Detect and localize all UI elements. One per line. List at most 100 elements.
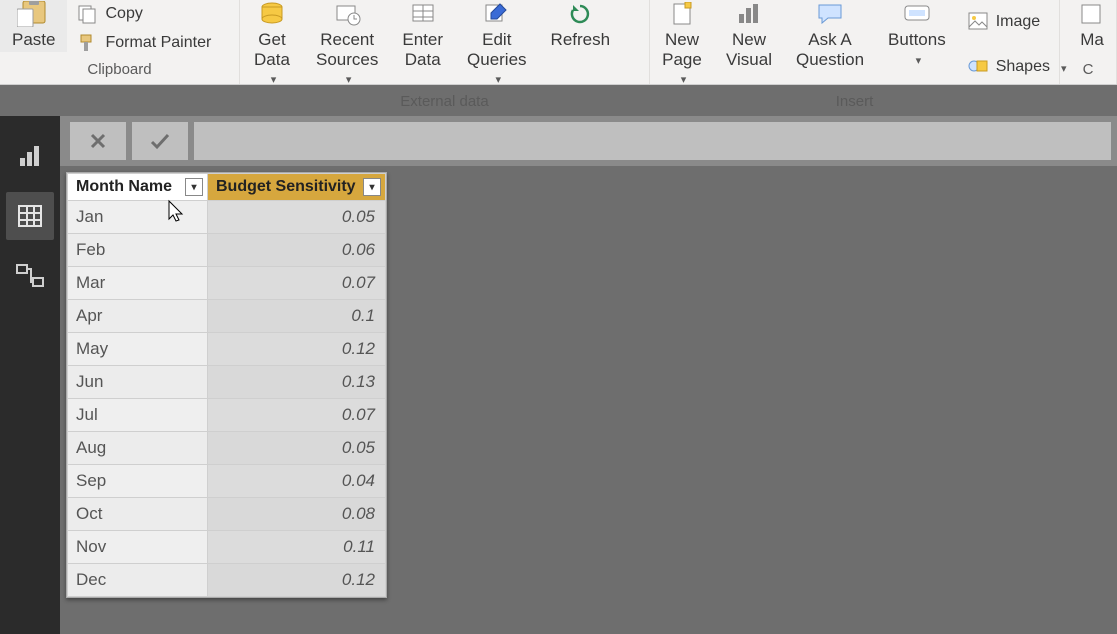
paste-icon <box>14 0 54 28</box>
ribbon: Paste Copy Format Painter <box>0 0 1117 85</box>
get-data-label: Get Data <box>254 30 290 69</box>
formula-bar <box>60 116 1117 166</box>
enter-data-label: Enter Data <box>402 30 443 69</box>
buttons-label: Buttons <box>888 30 946 50</box>
table-row[interactable]: Oct0.08 <box>68 498 386 531</box>
table-row[interactable]: Sep0.04 <box>68 465 386 498</box>
ask-question-label: Ask A Question <box>796 30 864 69</box>
cell-month[interactable]: Mar <box>68 267 208 300</box>
table-body: Jan0.05Feb0.06Mar0.07Apr0.1May0.12Jun0.1… <box>68 201 386 597</box>
cell-month[interactable]: Dec <box>68 564 208 597</box>
model-view-button[interactable] <box>6 252 54 300</box>
cell-month[interactable]: Feb <box>68 234 208 267</box>
left-nav-rail <box>0 116 60 634</box>
cell-month[interactable]: Sep <box>68 465 208 498</box>
filter-dropdown-month[interactable]: ▾ <box>185 178 203 196</box>
column-header-month[interactable]: Month Name ▾ <box>68 174 208 201</box>
image-label: Image <box>996 13 1040 31</box>
table-row[interactable]: May0.12 <box>68 333 386 366</box>
format-painter-label: Format Painter <box>105 34 211 52</box>
cell-budget-sensitivity[interactable]: 0.05 <box>208 201 386 234</box>
cell-budget-sensitivity[interactable]: 0.04 <box>208 465 386 498</box>
copy-button[interactable]: Copy <box>67 0 221 28</box>
new-visual-button[interactable]: New Visual <box>714 0 784 71</box>
table-row[interactable]: Feb0.06 <box>68 234 386 267</box>
speech-bubble-icon <box>810 0 850 28</box>
refresh-button[interactable]: Refresh <box>539 0 623 52</box>
cell-budget-sensitivity[interactable]: 0.12 <box>208 333 386 366</box>
cell-month[interactable]: Jan <box>68 201 208 234</box>
table-row[interactable]: Jul0.07 <box>68 399 386 432</box>
group-label-clipboard: Clipboard <box>0 57 239 84</box>
copy-label: Copy <box>105 5 142 23</box>
report-view-button[interactable] <box>6 132 54 180</box>
paste-label: Paste <box>12 30 55 50</box>
cancel-edit-button[interactable] <box>70 122 126 160</box>
column-header-month-label: Month Name <box>76 178 172 196</box>
partial-label: Ma <box>1080 30 1104 50</box>
cell-month[interactable]: May <box>68 333 208 366</box>
table-row[interactable]: Mar0.07 <box>68 267 386 300</box>
cell-month[interactable]: Jul <box>68 399 208 432</box>
cell-month[interactable]: Oct <box>68 498 208 531</box>
image-button[interactable]: Image <box>958 8 1077 36</box>
cell-budget-sensitivity[interactable]: 0.11 <box>208 531 386 564</box>
close-icon <box>88 131 108 151</box>
table-row[interactable]: Nov0.11 <box>68 531 386 564</box>
paste-button[interactable]: Paste <box>0 0 67 52</box>
formula-input[interactable] <box>194 122 1111 160</box>
refresh-label: Refresh <box>551 30 611 50</box>
cell-month[interactable]: Apr <box>68 300 208 333</box>
partial-button[interactable]: Ma <box>1060 0 1117 52</box>
shapes-label: Shapes <box>996 58 1050 76</box>
table-row[interactable]: Aug0.05 <box>68 432 386 465</box>
edit-queries-button[interactable]: Edit Queries <box>455 0 539 89</box>
refresh-icon <box>560 0 600 28</box>
cell-budget-sensitivity[interactable]: 0.08 <box>208 498 386 531</box>
table-row[interactable]: Jan0.05 <box>68 201 386 234</box>
chevron-down-icon <box>268 69 277 87</box>
cell-budget-sensitivity[interactable]: 0.1 <box>208 300 386 333</box>
cell-budget-sensitivity[interactable]: 0.13 <box>208 366 386 399</box>
table-row[interactable]: Apr0.1 <box>68 300 386 333</box>
cell-budget-sensitivity[interactable]: 0.12 <box>208 564 386 597</box>
cell-month[interactable]: Nov <box>68 531 208 564</box>
format-painter-button[interactable]: Format Painter <box>67 29 221 57</box>
commit-edit-button[interactable] <box>132 122 188 160</box>
new-page-button[interactable]: New Page <box>650 0 714 89</box>
table-row[interactable]: Dec0.12 <box>68 564 386 597</box>
shapes-icon <box>968 57 988 77</box>
enter-data-icon <box>403 0 443 28</box>
enter-data-button[interactable]: Enter Data <box>390 0 455 71</box>
buttons-button[interactable]: Buttons <box>876 0 958 70</box>
new-page-label: New Page <box>662 30 702 69</box>
chevron-down-icon <box>913 50 922 68</box>
cell-budget-sensitivity[interactable]: 0.07 <box>208 399 386 432</box>
check-icon <box>149 131 171 151</box>
table-row[interactable]: Jun0.13 <box>68 366 386 399</box>
get-data-button[interactable]: Get Data <box>240 0 304 89</box>
recent-sources-button[interactable]: Recent Sources <box>304 0 390 89</box>
cell-budget-sensitivity[interactable]: 0.05 <box>208 432 386 465</box>
group-label-partial: C <box>1060 57 1116 84</box>
group-label-external: External data <box>240 89 649 116</box>
marketplace-icon <box>1072 0 1112 28</box>
group-label-insert: Insert <box>650 89 1059 116</box>
column-header-budget[interactable]: Budget Sensitivity ▾ <box>208 174 386 201</box>
data-view-button[interactable] <box>6 192 54 240</box>
cell-month[interactable]: Aug <box>68 432 208 465</box>
copy-icon <box>77 4 97 24</box>
chevron-down-icon <box>493 69 502 87</box>
recent-sources-label: Recent Sources <box>316 30 378 69</box>
new-visual-label: New Visual <box>726 30 772 69</box>
cell-budget-sensitivity[interactable]: 0.07 <box>208 267 386 300</box>
cell-budget-sensitivity[interactable]: 0.06 <box>208 234 386 267</box>
ask-question-button[interactable]: Ask A Question <box>784 0 876 71</box>
shapes-button[interactable]: Shapes <box>958 53 1077 81</box>
filter-dropdown-budget[interactable]: ▾ <box>363 178 381 196</box>
brush-icon <box>77 33 97 53</box>
cell-month[interactable]: Jun <box>68 366 208 399</box>
chevron-down-icon <box>678 69 687 87</box>
buttons-icon <box>897 0 937 28</box>
column-header-budget-label: Budget Sensitivity <box>216 178 356 196</box>
